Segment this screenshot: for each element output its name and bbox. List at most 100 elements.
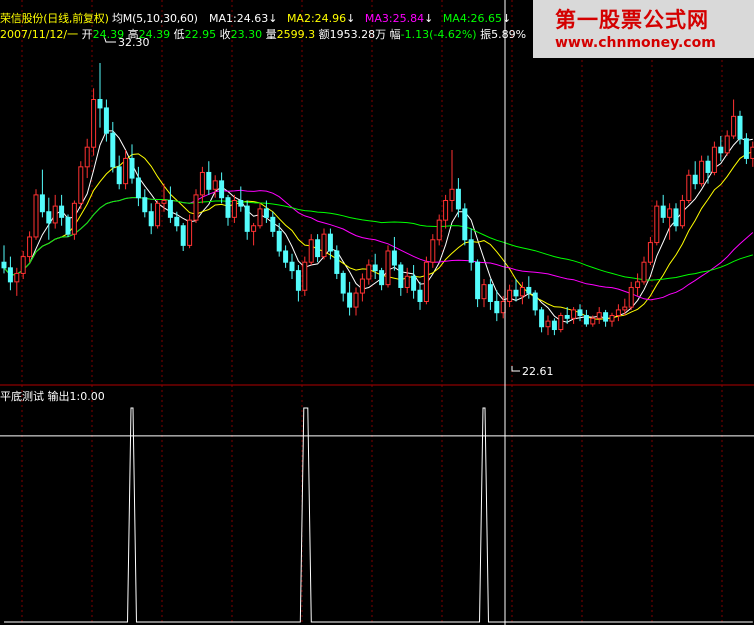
candle[interactable]	[724, 130, 730, 156]
candle[interactable]	[116, 155, 122, 190]
candle[interactable]	[123, 150, 129, 190]
candle[interactable]	[641, 256, 647, 285]
candle[interactable]	[513, 279, 519, 302]
candle[interactable]	[193, 189, 199, 223]
candle[interactable]	[711, 141, 717, 176]
candle[interactable]	[583, 309, 589, 327]
candle[interactable]	[475, 259, 481, 308]
candle[interactable]	[97, 63, 103, 128]
candle[interactable]	[251, 222, 257, 246]
candle[interactable]	[7, 256, 13, 291]
candle[interactable]	[84, 138, 90, 179]
candle[interactable]	[78, 161, 84, 209]
candle[interactable]	[295, 265, 301, 302]
candle[interactable]	[558, 312, 564, 333]
candle[interactable]	[679, 194, 685, 229]
candle[interactable]	[129, 144, 135, 184]
candle[interactable]	[686, 169, 692, 204]
candle[interactable]	[347, 281, 353, 316]
candle[interactable]	[135, 166, 141, 207]
candle[interactable]	[743, 133, 749, 165]
candle[interactable]	[539, 307, 545, 333]
candle[interactable]	[27, 231, 33, 263]
candle[interactable]	[731, 99, 737, 139]
candle[interactable]	[577, 304, 583, 322]
candle[interactable]	[507, 284, 513, 308]
candle[interactable]	[142, 189, 148, 218]
candle[interactable]	[33, 189, 39, 240]
candle[interactable]	[417, 281, 423, 310]
candle[interactable]	[180, 222, 186, 251]
candle[interactable]	[302, 256, 308, 296]
candle[interactable]	[257, 203, 263, 229]
candle[interactable]	[327, 228, 333, 260]
candle[interactable]	[443, 194, 449, 229]
candle[interactable]	[449, 150, 455, 212]
candle[interactable]	[532, 290, 538, 316]
candle[interactable]	[46, 197, 52, 240]
candle[interactable]	[315, 234, 321, 263]
candle[interactable]	[14, 267, 20, 296]
candle[interactable]	[705, 155, 711, 184]
candle[interactable]	[372, 253, 378, 280]
candle[interactable]	[571, 307, 577, 324]
candle[interactable]	[59, 194, 65, 226]
candle[interactable]	[359, 273, 365, 302]
candle[interactable]	[635, 273, 641, 296]
candle[interactable]	[667, 203, 673, 240]
candlestick-plot[interactable]	[1, 63, 754, 336]
candle[interactable]	[52, 194, 58, 229]
candle[interactable]	[609, 312, 615, 327]
candle[interactable]	[366, 259, 372, 285]
candle[interactable]	[622, 298, 628, 316]
candle[interactable]	[283, 245, 289, 268]
candle[interactable]	[487, 279, 493, 310]
candle[interactable]	[391, 236, 397, 271]
candle[interactable]	[353, 287, 359, 316]
candle[interactable]	[340, 270, 346, 302]
candle[interactable]	[110, 121, 116, 173]
candle[interactable]	[545, 315, 551, 336]
candle[interactable]	[615, 304, 621, 322]
candle[interactable]	[526, 276, 532, 299]
candle[interactable]	[103, 99, 109, 142]
candle[interactable]	[628, 281, 634, 310]
candle[interactable]	[155, 200, 161, 229]
candle[interactable]	[244, 200, 250, 240]
candle[interactable]	[71, 200, 77, 240]
candle[interactable]	[385, 245, 391, 288]
candle[interactable]	[65, 214, 71, 237]
candle[interactable]	[174, 211, 180, 232]
candle[interactable]	[673, 203, 679, 232]
candle[interactable]	[231, 194, 237, 223]
candle[interactable]	[308, 234, 314, 266]
candle[interactable]	[321, 228, 327, 260]
candle[interactable]	[219, 172, 225, 204]
candle[interactable]	[225, 194, 231, 226]
candle[interactable]	[596, 307, 602, 324]
candle[interactable]	[91, 88, 97, 156]
candle[interactable]	[270, 211, 276, 237]
candle[interactable]	[692, 161, 698, 190]
candle[interactable]	[481, 279, 487, 308]
candle[interactable]	[494, 290, 500, 322]
kline-chart-window[interactable]: 32.30 22.61 荣信股份(日线,前复权) 均M(5,10,30,60) …	[0, 0, 754, 625]
indicator-plot[interactable]	[0, 407, 754, 623]
candle[interactable]	[423, 256, 429, 305]
candle[interactable]	[551, 318, 557, 336]
chart-canvas[interactable]: 32.30 22.61	[0, 0, 754, 625]
candle[interactable]	[39, 169, 45, 218]
candle[interactable]	[206, 161, 212, 195]
candle[interactable]	[654, 200, 660, 246]
candle[interactable]	[462, 203, 468, 246]
candle[interactable]	[718, 135, 724, 162]
candle[interactable]	[411, 265, 417, 299]
candle[interactable]	[404, 267, 410, 294]
candle[interactable]	[398, 262, 404, 296]
candle[interactable]	[379, 267, 385, 291]
candle[interactable]	[660, 194, 666, 223]
candle[interactable]	[148, 203, 154, 235]
candle[interactable]	[603, 309, 609, 327]
candle[interactable]	[436, 214, 442, 246]
candle[interactable]	[289, 253, 295, 280]
